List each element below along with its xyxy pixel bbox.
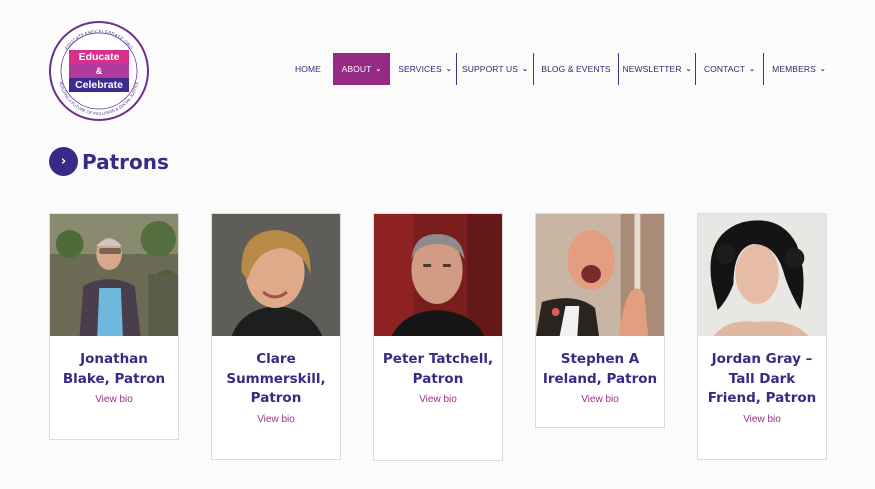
logo-line-3: Celebrate	[69, 78, 129, 92]
chevron-down-icon: ⌄	[521, 66, 528, 73]
patron-photo[interactable]	[536, 214, 664, 336]
view-bio-link[interactable]: View bio	[212, 414, 340, 425]
patron-name: Jordan Gray – Tall Dark Friend, Patron	[707, 351, 817, 406]
patron-card[interactable]: Jonathan Blake, Patron View bio	[49, 213, 179, 440]
nav-members-label: MEMBERS	[772, 64, 816, 74]
nav-contact-label: CONTACT	[703, 64, 746, 74]
patron-name: Stephen A Ireland, Patron	[542, 351, 658, 387]
patron-card[interactable]: Jordan Gray – Tall Dark Friend, Patron V…	[697, 213, 827, 460]
nav-about-label: ABOUT	[341, 64, 372, 74]
patron-card[interactable]: Stephen A Ireland, Patron View bio	[535, 213, 665, 428]
nav-contact[interactable]: CONTACT ⌄	[696, 53, 763, 85]
chevron-down-icon: ⌄	[685, 66, 692, 73]
view-bio-link[interactable]: View bio	[536, 394, 664, 405]
nav-home[interactable]: HOME	[288, 53, 328, 85]
patron-name: Peter Tatchell, Patron	[382, 351, 494, 387]
page-title: Patrons	[82, 149, 169, 174]
page: EDUCATEANDCELEBRATE.ORG BUILDING A FUTUR…	[0, 0, 875, 489]
nav-services-label: SERVICES	[398, 64, 442, 74]
logo-line-2: &	[69, 64, 129, 78]
nav-support-us[interactable]: SUPPORT US ⌄	[457, 53, 533, 85]
patron-photo[interactable]	[50, 214, 178, 336]
nav-support-us-label: SUPPORT US	[462, 64, 518, 74]
patron-photo[interactable]	[212, 214, 340, 336]
view-bio-link[interactable]: View bio	[698, 414, 826, 425]
chevron-down-icon: ⌄	[375, 66, 382, 73]
patron-photo[interactable]	[374, 214, 502, 336]
site-logo[interactable]: EDUCATEANDCELEBRATE.ORG BUILDING A FUTUR…	[49, 21, 149, 121]
nav-home-label: HOME	[295, 64, 321, 74]
nav-newsletter[interactable]: NEWSLETTER ⌄	[619, 53, 695, 85]
logo-line-1: Educate	[69, 50, 129, 64]
nav-services[interactable]: SERVICES ⌄	[394, 53, 456, 85]
nav-blog-events[interactable]: BLOG & EVENTS	[534, 53, 618, 85]
nav-blog-events-label: BLOG & EVENTS	[541, 64, 611, 74]
nav-newsletter-label: NEWSLETTER	[622, 64, 682, 74]
chevron-right-icon: ›	[49, 147, 78, 176]
nav-about[interactable]: ABOUT ⌄	[333, 53, 390, 85]
section-heading: › Patrons	[49, 147, 169, 176]
patron-name: Clare Summerskill, Patron	[226, 351, 326, 406]
patron-card[interactable]: Peter Tatchell, Patron View bio	[373, 213, 503, 461]
main-nav: HOME ABOUT ⌄ SERVICES ⌄ SUPPORT US ⌄ BLO…	[288, 53, 834, 85]
view-bio-link[interactable]: View bio	[374, 394, 502, 405]
nav-members[interactable]: MEMBERS ⌄	[764, 53, 834, 85]
patron-photo[interactable]	[698, 214, 826, 336]
view-bio-link[interactable]: View bio	[50, 394, 178, 405]
patron-name: Jonathan Blake, Patron	[62, 351, 166, 387]
patron-card[interactable]: Clare Summerskill, Patron View bio	[211, 213, 341, 460]
chevron-down-icon: ⌄	[749, 66, 756, 73]
chevron-down-icon: ⌄	[445, 66, 452, 73]
chevron-down-icon: ⌄	[819, 66, 826, 73]
